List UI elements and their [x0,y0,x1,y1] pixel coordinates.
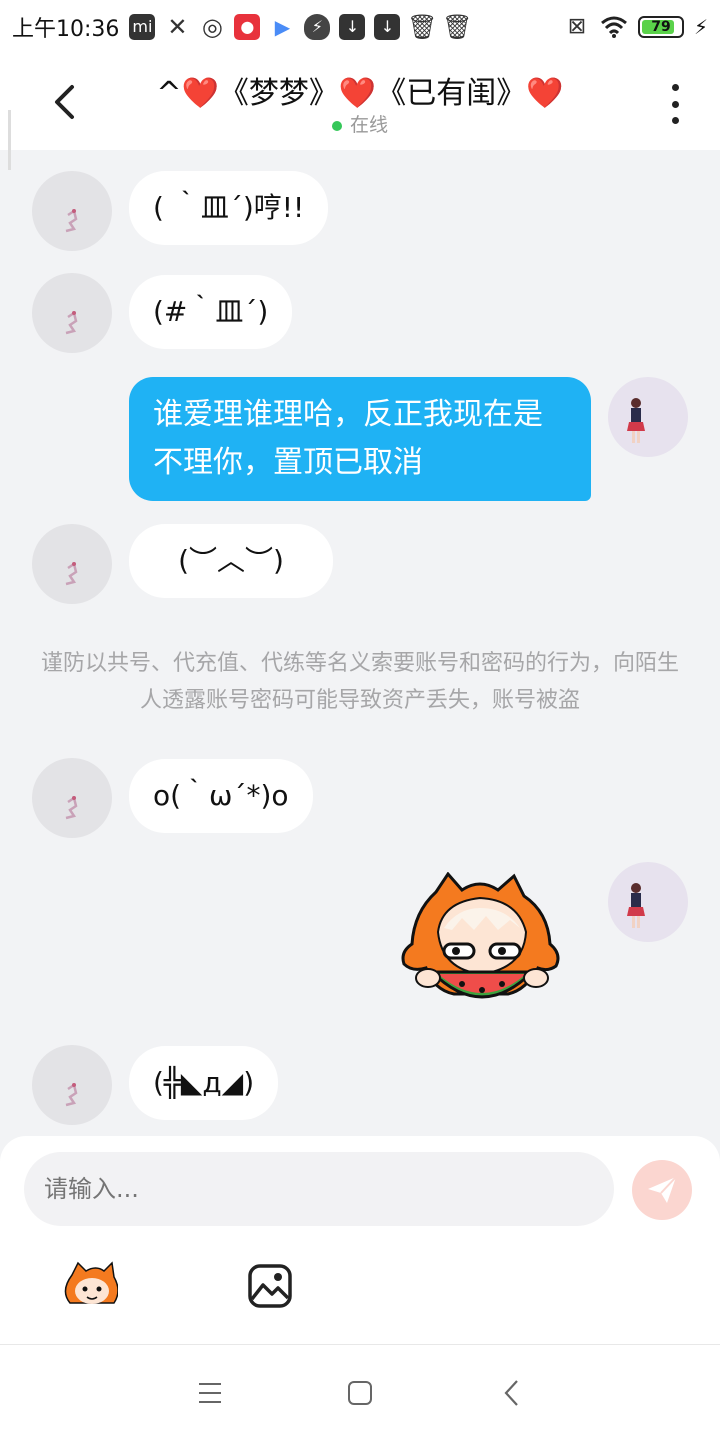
contact-avatar[interactable] [32,1045,112,1125]
message-bubble[interactable]: ( ｀皿´)哼!! [129,171,329,245]
trash-icon: 🗑 [442,13,473,41]
battery-level: 79 [651,19,671,35]
mi-icon: mi [129,14,156,40]
message-input[interactable] [24,1152,614,1226]
trash-icon: 🗑 [407,13,438,41]
download-icon: ↓ [374,14,401,40]
battery-indicator: 79 [637,16,684,38]
send-icon[interactable] [632,1160,692,1220]
chat-header: ^❤️《梦梦》❤️《已有闺》❤️ 在线 [0,54,720,170]
message-bubble[interactable]: (╬◣д◢) [129,1046,279,1120]
x-icon: ✕ [167,13,188,41]
play-store-icon: ▶ [269,14,296,40]
watermelon-girl-sticker[interactable] [398,872,564,1018]
image-icon[interactable] [242,1260,298,1312]
wifi-icon [600,16,627,38]
my-message-bubble[interactable]: 谁爱理谁理哈，反正我现在是不理你，置顶已取消 [129,377,591,501]
contact-avatar[interactable] [32,758,112,838]
composer [0,1136,720,1344]
status-icons: mi ✕ ◎ ● ▶ ⚡ ↓ ↓ 🗑 🗑 [129,13,473,41]
my-avatar[interactable] [608,862,688,942]
home-icon[interactable] [340,1375,380,1411]
message-bubble[interactable]: o(｀ω´*)o [129,759,313,833]
online-status: 在线 [0,110,720,137]
record-icon: ● [234,14,261,40]
online-dot-icon [331,120,342,131]
status-right: ⊠ 79 ⚡ [564,14,708,40]
message-bubble[interactable]: (︶︿︶) [129,524,333,598]
menu-icon[interactable] [190,1375,230,1411]
sim-off-icon: ⊠ [567,14,587,39]
more-vertical-icon[interactable] [660,84,690,124]
sticker-icon[interactable] [62,1260,118,1312]
shield-icon: ⚡ [304,14,331,40]
system-back-icon[interactable] [492,1375,532,1411]
my-avatar[interactable] [608,377,688,457]
security-notice: 谨防以共号、代充值、代练等名义索要账号和密码的行为，向陌生人透露账号密码可能导致… [40,651,679,713]
download-icon: ↓ [339,14,366,40]
system-nav-bar [0,1344,720,1440]
chat-screen: 上午10:36 mi ✕ ◎ ● ▶ ⚡ ↓ ↓ 🗑 🗑 ⊠ 79 ⚡ ^❤️《… [0,0,720,1440]
charging-icon: ⚡ [693,15,708,39]
chat-title: ^❤️《梦梦》❤️《已有闺》❤️ [156,76,564,111]
contact-avatar[interactable] [32,273,112,353]
online-status-text: 在线 [349,114,388,136]
camera-icon: ◎ [201,13,223,41]
status-time: 上午10:36 [12,17,120,42]
contact-avatar[interactable] [32,524,112,604]
contact-avatar[interactable] [32,171,112,251]
status-bar: 上午10:36 mi ✕ ◎ ● ▶ ⚡ ↓ ↓ 🗑 🗑 ⊠ 79 ⚡ [0,0,720,54]
message-bubble[interactable]: (#｀皿´) [129,275,293,349]
